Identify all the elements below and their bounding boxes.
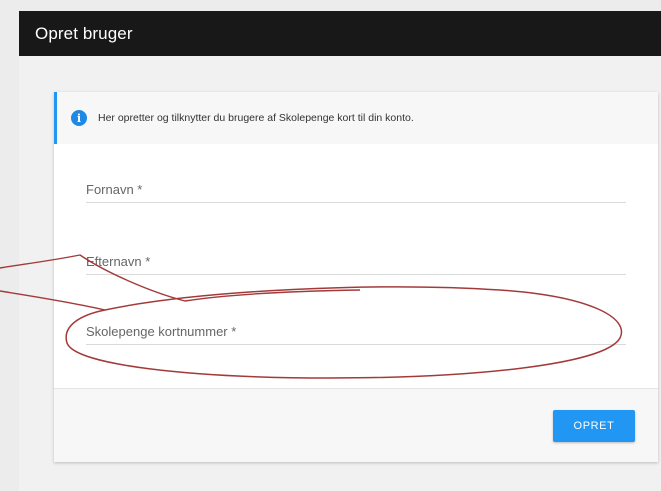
- last-name-label: Efternavn *: [86, 254, 151, 269]
- card-number-field[interactable]: Skolepenge kortnummer *: [86, 320, 626, 345]
- create-user-card: i Her opretter og tilknytter du brugere …: [54, 92, 658, 462]
- first-name-field[interactable]: Fornavn *: [86, 178, 626, 203]
- last-name-field[interactable]: Efternavn *: [86, 250, 626, 275]
- create-button[interactable]: OPRET: [553, 410, 635, 442]
- info-banner: i Her opretter og tilknytter du brugere …: [54, 92, 658, 144]
- app-header: Opret bruger: [19, 11, 661, 56]
- first-name-label: Fornavn *: [86, 182, 143, 197]
- page-title: Opret bruger: [35, 23, 133, 43]
- info-text: Her opretter og tilknytter du brugere af…: [98, 112, 414, 124]
- card-number-label: Skolepenge kortnummer *: [86, 324, 237, 339]
- info-icon: i: [71, 110, 87, 126]
